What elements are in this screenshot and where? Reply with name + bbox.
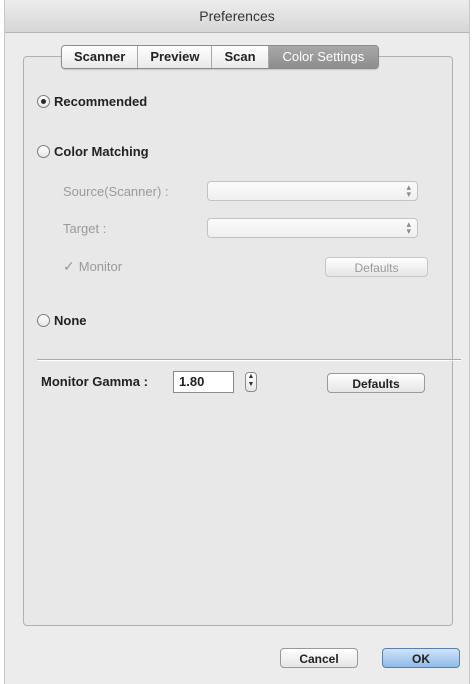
tab-scanner[interactable]: Scanner bbox=[62, 46, 139, 68]
color-matching-radio[interactable] bbox=[37, 145, 50, 158]
section-divider bbox=[37, 359, 461, 361]
target-label: Target : bbox=[63, 221, 107, 236]
color-matching-label: Color Matching bbox=[54, 144, 149, 159]
none-option[interactable]: None bbox=[37, 313, 87, 328]
none-radio[interactable] bbox=[37, 314, 50, 327]
chevron-up-down-icon: ▴ ▾ bbox=[406, 182, 411, 199]
recommended-radio[interactable] bbox=[37, 95, 50, 108]
ok-button[interactable]: OK bbox=[382, 648, 460, 668]
stepper-up-icon[interactable]: ▲ bbox=[248, 373, 255, 380]
none-label: None bbox=[54, 313, 87, 328]
monitor-label: Monitor bbox=[78, 259, 123, 274]
color-settings-panel bbox=[23, 56, 453, 626]
tab-scan[interactable]: Scan bbox=[212, 46, 269, 68]
chevron-up-down-icon: ▴ ▾ bbox=[406, 219, 411, 236]
monitor-gamma-label: Monitor Gamma : bbox=[41, 374, 148, 389]
color-matching-option[interactable]: Color Matching bbox=[37, 144, 149, 159]
source-scanner-label: Source(Scanner) : bbox=[63, 184, 169, 199]
monitor-checkbox-row[interactable]: ✓ Monitor bbox=[63, 258, 122, 275]
preferences-window: Preferences Scanner Preview Scan Color S… bbox=[4, 0, 470, 684]
cancel-button[interactable]: Cancel bbox=[280, 648, 358, 668]
monitor-gamma-input[interactable]: 1.80 bbox=[173, 371, 234, 393]
stepper-down-icon[interactable]: ▼ bbox=[248, 381, 255, 388]
recommended-label: Recommended bbox=[54, 94, 148, 109]
source-scanner-select[interactable]: ▴ ▾ bbox=[207, 181, 418, 201]
checkmark-icon[interactable]: ✓ bbox=[63, 258, 75, 275]
gamma-defaults-button[interactable]: Defaults bbox=[327, 373, 425, 393]
tab-preview[interactable]: Preview bbox=[138, 46, 213, 68]
window-title: Preferences bbox=[5, 0, 469, 33]
tab-color-settings[interactable]: Color Settings bbox=[268, 46, 379, 68]
color-matching-defaults-button[interactable]: Defaults bbox=[325, 257, 428, 277]
tab-bar: Scanner Preview Scan Color Settings bbox=[61, 45, 380, 69]
target-select[interactable]: ▴ ▾ bbox=[207, 218, 418, 238]
recommended-option[interactable]: Recommended bbox=[37, 94, 147, 109]
gamma-stepper[interactable]: ▲ ▼ bbox=[245, 372, 257, 392]
